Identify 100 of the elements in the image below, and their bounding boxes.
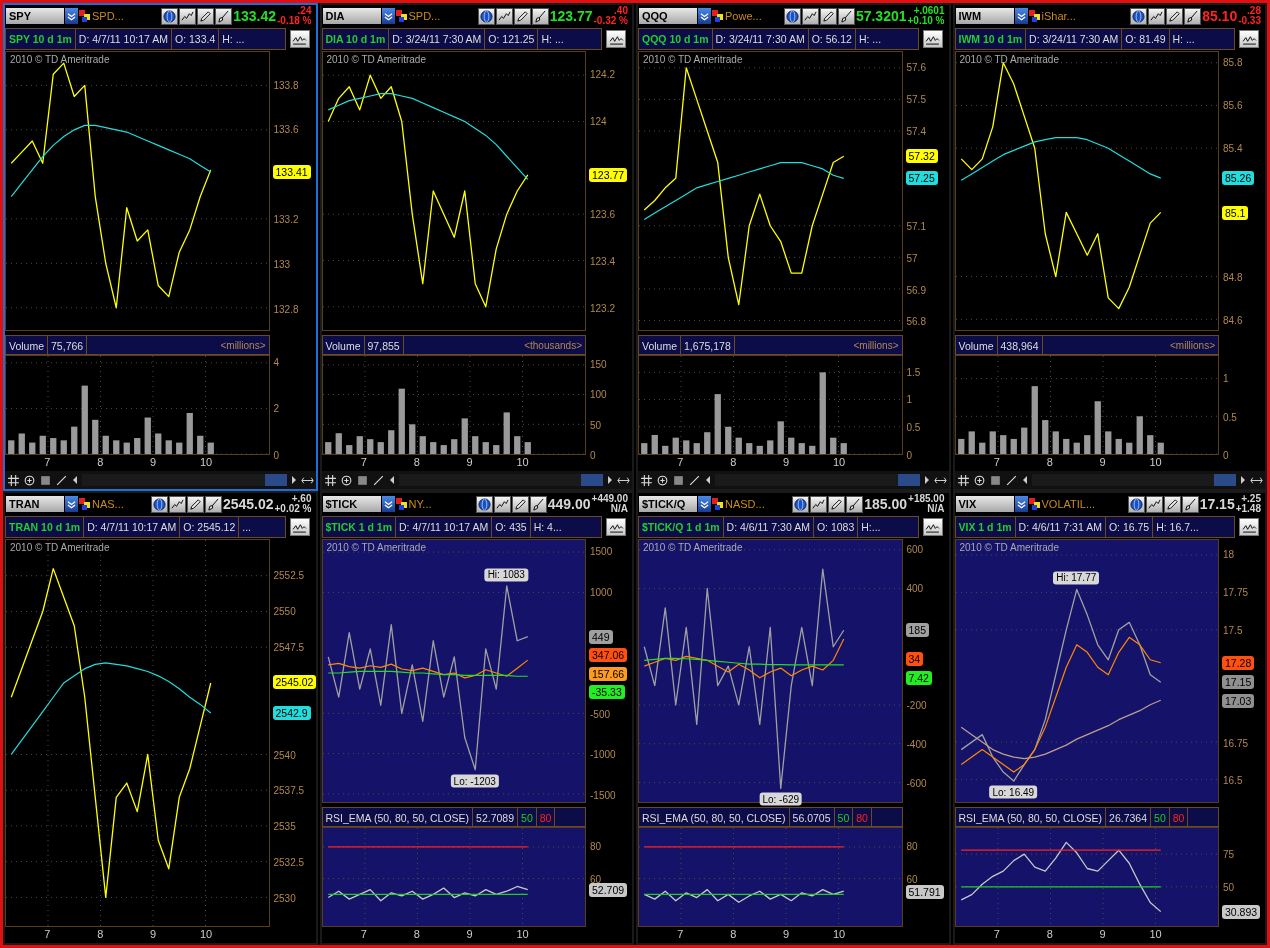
square-icon[interactable] xyxy=(988,473,1002,487)
dropdown-button[interactable] xyxy=(381,496,395,512)
color-squares-icon[interactable] xyxy=(79,10,91,22)
globe-button[interactable] xyxy=(1130,7,1148,25)
scrollbar-track[interactable] xyxy=(82,474,287,486)
chart-type-button[interactable] xyxy=(1239,30,1259,48)
chart-type-button[interactable] xyxy=(922,30,943,48)
symbol-field[interactable]: IWM xyxy=(955,8,1014,24)
chart-button[interactable] xyxy=(495,7,513,25)
globe-button[interactable] xyxy=(477,7,495,25)
square-icon[interactable] xyxy=(39,473,52,487)
pencil-button[interactable] xyxy=(513,7,531,25)
scrollbar-thumb[interactable] xyxy=(1214,474,1236,486)
chart-panel[interactable] xyxy=(952,491,1267,945)
color-squares-icon[interactable] xyxy=(1028,498,1041,510)
chart-type-button[interactable] xyxy=(289,518,310,536)
grid-icon[interactable] xyxy=(640,473,653,487)
zoom-icon[interactable] xyxy=(656,473,669,487)
chart-button[interactable] xyxy=(1145,495,1163,513)
chart-button[interactable] xyxy=(810,495,828,513)
scroll-right-icon[interactable] xyxy=(922,474,931,486)
globe-button[interactable] xyxy=(1127,495,1145,513)
globe-button[interactable] xyxy=(792,495,810,513)
chart-button[interactable] xyxy=(1148,7,1166,25)
zoom-icon[interactable] xyxy=(339,473,353,487)
scrollbar-track[interactable] xyxy=(715,474,920,486)
pencil-button[interactable] xyxy=(511,495,529,513)
brush-button[interactable] xyxy=(204,495,222,513)
globe-button[interactable] xyxy=(475,495,493,513)
pencil-button[interactable] xyxy=(1166,7,1184,25)
zoom-icon[interactable] xyxy=(972,473,986,487)
chart-type-button[interactable] xyxy=(1239,518,1259,536)
globe-button[interactable] xyxy=(783,7,801,25)
color-squares-icon[interactable] xyxy=(712,10,724,22)
chart-type-button[interactable] xyxy=(922,518,943,536)
wave-icon xyxy=(1241,33,1257,45)
scroll-right-icon[interactable] xyxy=(606,474,614,486)
brush-button[interactable] xyxy=(1184,7,1202,25)
axis-tick-label: -200 xyxy=(906,699,927,711)
scrollbar-track[interactable] xyxy=(398,474,603,486)
symbol-field[interactable]: $TICK xyxy=(322,496,381,512)
scrollbar-track[interactable] xyxy=(1031,474,1236,486)
chart-type-button[interactable] xyxy=(606,518,626,536)
time-axis-label: 9 xyxy=(783,456,790,468)
scroll-right-icon[interactable] xyxy=(289,474,298,486)
dropdown-button[interactable] xyxy=(381,8,395,24)
brush-button[interactable] xyxy=(531,7,549,25)
scroll-left-icon[interactable] xyxy=(71,474,79,486)
dropdown-button[interactable] xyxy=(1014,496,1028,512)
scrollbar-thumb[interactable] xyxy=(264,474,287,486)
grid-icon[interactable] xyxy=(7,473,20,487)
color-squares-icon[interactable] xyxy=(395,10,408,22)
dropdown-button[interactable] xyxy=(698,8,711,24)
grid-icon[interactable] xyxy=(956,473,970,487)
zoom-icon[interactable] xyxy=(23,473,36,487)
square-icon[interactable] xyxy=(672,473,685,487)
symbol-field[interactable]: DIA xyxy=(322,8,381,24)
pencil-button[interactable] xyxy=(186,495,204,513)
grid-icon[interactable] xyxy=(323,473,337,487)
color-squares-icon[interactable] xyxy=(395,498,408,510)
brush-button[interactable] xyxy=(837,7,855,25)
line-tool-icon[interactable] xyxy=(55,473,68,487)
color-squares-icon[interactable] xyxy=(1028,10,1041,22)
scroll-left-icon[interactable] xyxy=(704,474,712,486)
pencil-button[interactable] xyxy=(197,7,215,25)
color-squares-icon[interactable] xyxy=(712,498,724,510)
line-tool-icon[interactable] xyxy=(1004,473,1018,487)
line-tool-icon[interactable] xyxy=(371,473,385,487)
color-squares-icon[interactable] xyxy=(79,498,91,510)
chart-type-button[interactable] xyxy=(289,30,310,48)
globe-button[interactable] xyxy=(150,495,168,513)
symbol-field[interactable]: $TICK/Q xyxy=(639,496,697,512)
symbol-field[interactable]: TRAN xyxy=(6,496,64,512)
chart-button[interactable] xyxy=(168,495,186,513)
symbol-field[interactable]: QQQ xyxy=(639,8,697,24)
brush-button[interactable] xyxy=(846,495,864,513)
globe-button[interactable] xyxy=(161,7,179,25)
chart-button[interactable] xyxy=(801,7,819,25)
chart-panel[interactable] xyxy=(636,491,951,945)
chart-panel[interactable] xyxy=(319,491,634,945)
square-icon[interactable] xyxy=(355,473,369,487)
dropdown-button[interactable] xyxy=(65,496,78,512)
dropdown-button[interactable] xyxy=(698,496,711,512)
chart-button[interactable] xyxy=(493,495,511,513)
symbol-field[interactable]: SPY xyxy=(6,8,64,24)
brush-button[interactable] xyxy=(529,495,547,513)
brush-button[interactable] xyxy=(1181,495,1199,513)
scrollbar-thumb[interactable] xyxy=(581,474,603,486)
chart-button[interactable] xyxy=(179,7,197,25)
pencil-button[interactable] xyxy=(828,495,846,513)
symbol-field[interactable]: VIX xyxy=(955,496,1014,512)
pencil-button[interactable] xyxy=(819,7,837,25)
scroll-right-icon[interactable] xyxy=(1239,474,1247,486)
pencil-button[interactable] xyxy=(1163,495,1181,513)
chart-type-button[interactable] xyxy=(606,30,626,48)
scrollbar-thumb[interactable] xyxy=(897,474,920,486)
line-tool-icon[interactable] xyxy=(688,473,701,487)
dropdown-button[interactable] xyxy=(65,8,78,24)
dropdown-button[interactable] xyxy=(1014,8,1028,24)
brush-button[interactable] xyxy=(215,7,233,25)
